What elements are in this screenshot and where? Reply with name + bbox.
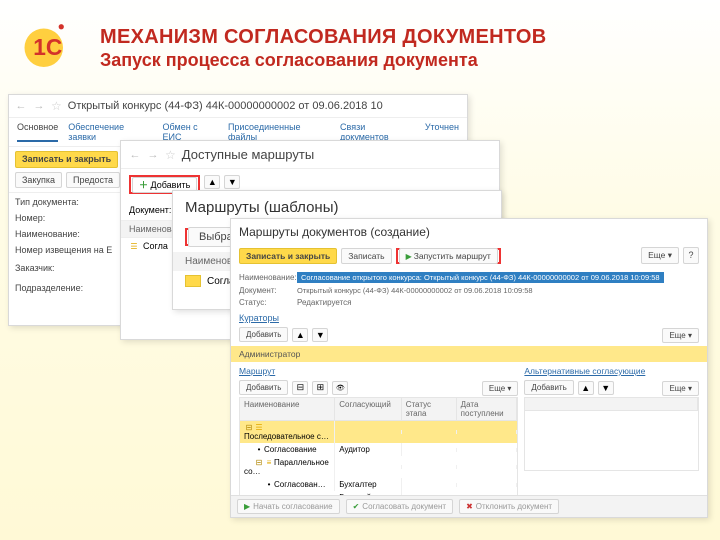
star-icon[interactable]: ☆ [51, 99, 62, 113]
field-label: Наименование: [239, 273, 293, 282]
doc-value: Открытый конкурс (44-ФЗ) 44К-00000000002… [297, 286, 533, 295]
nav-back-icon[interactable]: ← [129, 149, 141, 161]
highlight-box: ▶Запустить маршрут [396, 248, 501, 264]
up-button[interactable]: ▲ [578, 381, 594, 395]
grid-header: Наименование Согласующий Статус этапа Да… [239, 397, 518, 421]
down-button[interactable]: ▼ [312, 328, 328, 342]
save-close-button[interactable]: Записать и закрыть [15, 151, 118, 168]
row-predosta[interactable]: Предоста [66, 172, 120, 188]
up-button[interactable]: ▲ [204, 175, 220, 189]
reject-button[interactable]: ✖Отклонить документ [459, 499, 559, 514]
table-row[interactable]: •Согласован… Бухгалтер [240, 478, 517, 491]
logo-1c: 1С [14, 18, 70, 74]
nav-back-icon[interactable]: ← [15, 100, 27, 112]
more-button[interactable]: Еще ▾ [662, 328, 699, 343]
more-button[interactable]: Еще ▾ [641, 247, 679, 264]
up-button[interactable]: ▲ [292, 328, 308, 342]
row-zakupka[interactable]: Закупка [15, 172, 62, 188]
tab-5[interactable]: Уточнен [425, 122, 459, 142]
window-title: Маршруты документов (создание) [231, 219, 707, 245]
more-button[interactable]: Еще ▾ [662, 381, 699, 396]
nav-fwd-icon[interactable]: → [33, 100, 45, 112]
add-step-button[interactable]: Добавить [239, 380, 288, 395]
star-icon[interactable]: ☆ [165, 148, 176, 162]
start-approval-button[interactable]: ▶Начать согласование [237, 499, 340, 514]
field-label: Наименование: [15, 229, 115, 239]
approve-button[interactable]: ✔Согласовать документ [346, 499, 453, 514]
tab-main[interactable]: Основное [17, 122, 58, 142]
field-label: Документ: [239, 286, 293, 295]
col-name: Наименование [240, 398, 335, 420]
curator-row[interactable]: Администратор [231, 346, 707, 362]
tab-2[interactable]: Обмен с ЕИС [163, 122, 218, 142]
save-close-button[interactable]: Записать и закрыть [239, 248, 337, 264]
page-title: МЕХАНИЗМ СОГЛАСОВАНИЯ ДОКУМЕНТОВ [100, 26, 547, 49]
footer-toolbar: ▶Начать согласование ✔Согласовать докуме… [231, 495, 707, 517]
tab-4[interactable]: Связи документов [340, 122, 415, 142]
name-value[interactable]: Согласование открытого конкурса: Открыты… [297, 272, 664, 283]
add-alt-button[interactable]: Добавить [524, 380, 573, 395]
window-title: Доступные маршруты [182, 147, 314, 162]
run-route-button[interactable]: ▶Запустить маршрут [399, 248, 498, 264]
field-label: Номер извещения на Е [15, 245, 115, 255]
route-icon: ☰ [129, 242, 139, 251]
col-status: Статус этапа [402, 398, 457, 420]
alt-grid-body [524, 411, 699, 471]
help-button[interactable]: ? [683, 247, 699, 264]
tab-1[interactable]: Обеспечение заявки [68, 122, 152, 142]
field-label: Тип документа: [15, 197, 115, 207]
section-curators[interactable]: Кураторы [231, 309, 707, 325]
doc-label: Документ: [129, 205, 171, 215]
table-row[interactable]: ⊟☰Последовательное с… [240, 421, 517, 443]
save-button[interactable]: Записать [341, 248, 391, 264]
down-button[interactable]: ▼ [598, 381, 614, 395]
list-item-label: Согла [143, 241, 168, 251]
section-route[interactable]: Маршрут [239, 364, 518, 378]
window-title: Открытый конкурс (44-ФЗ) 44К-00000000002… [68, 100, 383, 112]
table-row[interactable]: •Согласование Аудитор [240, 443, 517, 456]
status-value: Редактируется [297, 298, 351, 307]
more-button[interactable]: Еще ▾ [482, 381, 519, 396]
section-alt[interactable]: Альтернативные согласующие [524, 364, 699, 378]
view-icon[interactable]: 👁 [332, 381, 348, 395]
window-route-create: Маршруты документов (создание) Записать … [230, 218, 708, 518]
col-who: Согласующий [335, 398, 401, 420]
field-label: Заказчик: [15, 263, 115, 273]
add-curator-button[interactable]: Добавить [239, 327, 288, 342]
nav-fwd-icon[interactable]: → [147, 149, 159, 161]
page-subtitle: Запуск процесса согласования документа [100, 50, 478, 71]
field-label: Номер: [15, 213, 115, 223]
svg-text:1С: 1С [33, 34, 62, 60]
tab-3[interactable]: Присоединенные файлы [228, 122, 330, 142]
field-label: Подразделение: [15, 283, 115, 293]
down-button[interactable]: ▼ [224, 175, 240, 189]
expand-button[interactable]: ⊞ [312, 381, 328, 395]
collapse-button[interactable]: ⊟ [292, 381, 308, 395]
field-label: Статус: [239, 298, 293, 307]
table-row[interactable]: ⊟≡Параллельное со… [240, 456, 517, 478]
alt-grid-header [524, 397, 699, 411]
template-icon [185, 275, 201, 287]
col-date: Дата поступлени [457, 398, 518, 420]
